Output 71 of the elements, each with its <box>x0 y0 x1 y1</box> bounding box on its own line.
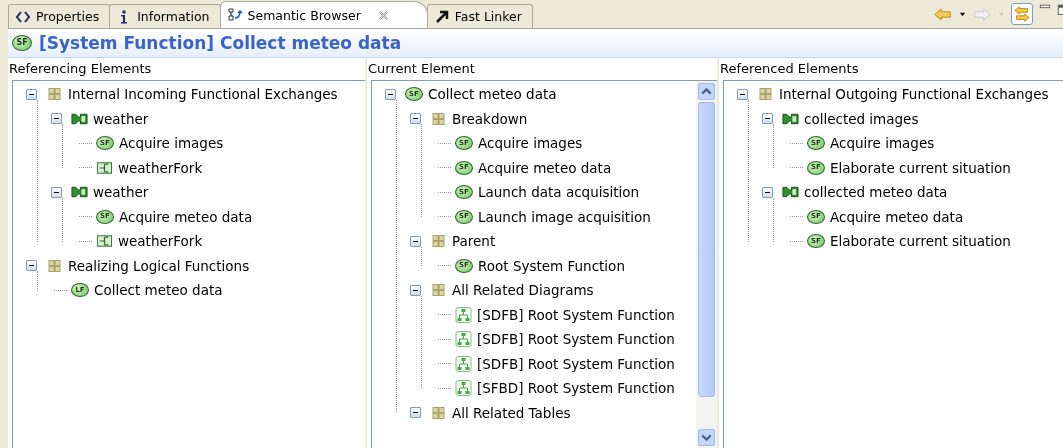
hierarchy-diagram-icon <box>455 306 472 323</box>
scroll-thumb[interactable] <box>698 102 715 397</box>
tree-item[interactable]: Acquire meteo data <box>829 208 965 225</box>
tree-item[interactable]: [SDFB] Root System Function <box>476 306 676 323</box>
tree-item[interactable]: Collect meteo data <box>93 282 224 299</box>
grid-icon <box>757 86 774 103</box>
tree-item[interactable]: Acquire images <box>477 135 584 152</box>
browse-icon <box>226 7 243 23</box>
link-toggle-button[interactable] <box>1011 3 1033 25</box>
tree-item[interactable]: [SFBD] Root System Function <box>476 380 676 397</box>
tree-item[interactable]: Elaborate current situation <box>829 233 1012 250</box>
grid-icon <box>430 110 447 127</box>
tree-item[interactable]: weatherFork <box>117 159 204 176</box>
collapse-icon[interactable] <box>385 88 396 100</box>
function-icon: SF <box>12 35 32 51</box>
grid-icon <box>430 282 447 299</box>
tree-item[interactable]: Parent <box>451 233 497 250</box>
tree-item[interactable]: [SDFB] Root System Function <box>476 331 676 348</box>
collapse-icon[interactable] <box>410 407 421 419</box>
column-heading: Referenced Elements <box>719 60 860 78</box>
tree-item[interactable]: Root System Function <box>477 257 626 274</box>
grid-icon <box>46 257 63 274</box>
tree-item[interactable]: Collect meteo data <box>427 86 558 103</box>
hierarchy-diagram-icon <box>455 380 472 397</box>
tree-item[interactable]: Acquire images <box>118 135 225 152</box>
scroll-up-icon[interactable] <box>698 83 715 100</box>
view-tab[interactable]: Semantic Browser <box>219 1 428 28</box>
grid-icon <box>46 86 63 103</box>
tree-item[interactable]: Acquire meteo data <box>477 159 613 176</box>
collapse-icon[interactable] <box>51 113 62 125</box>
caret-icon[interactable] <box>959 10 966 18</box>
tree-item[interactable]: All Related Tables <box>451 404 572 421</box>
column-heading: Referencing Elements <box>8 60 153 78</box>
tree-item[interactable]: Internal Outgoing Functional Exchanges <box>778 86 1050 103</box>
collapse-icon[interactable] <box>762 186 773 198</box>
fork-icon <box>96 159 113 176</box>
tree-item[interactable]: All Related Diagrams <box>451 282 595 299</box>
column-heading: Current Element <box>367 60 476 78</box>
collapse-icon[interactable] <box>762 113 773 125</box>
collapse-icon[interactable] <box>51 186 62 198</box>
collapse-icon[interactable] <box>737 88 748 100</box>
close-icon[interactable] <box>377 9 389 21</box>
tree-item[interactable]: weather <box>92 184 150 201</box>
hierarchy-diagram-icon <box>455 355 472 372</box>
hierarchy-diagram-icon <box>455 331 472 348</box>
grid-icon <box>430 404 447 421</box>
element-title: [System Function] Collect meteo data <box>39 33 402 53</box>
grid-icon <box>430 233 447 250</box>
tree-item[interactable]: Acquire images <box>829 135 936 152</box>
tree-item[interactable]: Breakdown <box>451 110 529 127</box>
view-tab[interactable]: Fast Linker <box>426 4 533 28</box>
collapse-icon[interactable] <box>26 260 37 272</box>
tree-item[interactable]: weather <box>92 110 150 127</box>
tree-item[interactable]: weatherFork <box>117 233 204 250</box>
tree-item[interactable]: collected images <box>803 110 920 127</box>
view-tab[interactable]: Properties <box>8 4 111 28</box>
tree-item[interactable]: Launch data acquisition <box>477 184 641 201</box>
fork-icon <box>96 233 113 250</box>
collapse-icon[interactable] <box>410 284 421 296</box>
tree-item[interactable]: Launch image acquisition <box>477 208 652 225</box>
tree-item[interactable]: collected meteo data <box>803 184 949 201</box>
scrollbar[interactable] <box>696 81 717 448</box>
collapse-icon[interactable] <box>410 113 421 125</box>
tree-item[interactable]: Realizing Logical Functions <box>67 257 251 274</box>
scroll-down-icon[interactable] <box>698 429 715 446</box>
tree-item[interactable]: [SDFB] Root System Function <box>476 355 676 372</box>
tree-item[interactable]: Internal Incoming Functional Exchanges <box>67 86 339 103</box>
collapse-icon[interactable] <box>26 88 37 100</box>
tree-item[interactable]: Acquire meteo data <box>118 208 254 225</box>
collapse-icon[interactable] <box>410 235 421 247</box>
tree-item[interactable]: Elaborate current situation <box>829 159 1012 176</box>
